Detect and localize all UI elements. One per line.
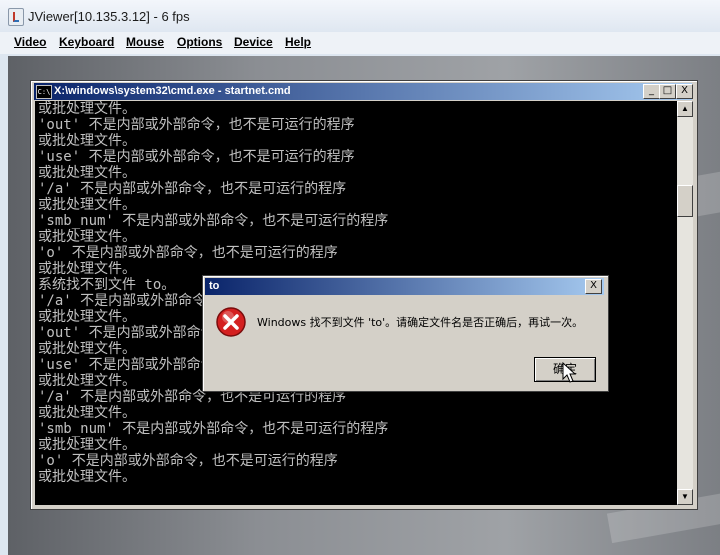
dialog-titlebar[interactable]: to X <box>205 278 604 295</box>
dialog-title: to <box>209 280 220 292</box>
console-line: 'smb_num' 不是内部或外部命令，也不是可运行的程序 <box>38 213 389 229</box>
menu-keyboard[interactable]: Keyboard <box>59 35 114 49</box>
console-line: 'use' 不是内部或外部命令，也不是可运行的程序 <box>38 149 355 165</box>
menu-bar: Video Keyboard Mouse Options Device Help <box>0 32 720 54</box>
dialog-close-button[interactable]: X <box>585 279 602 294</box>
console-line: 或批处理文件。 <box>38 101 136 117</box>
maximize-button[interactable]: □ <box>659 84 676 99</box>
viewer-title: JViewer[10.135.3.12] - 6 fps <box>28 9 190 24</box>
console-line: 或批处理文件。 <box>38 437 136 453</box>
menu-mouse[interactable]: Mouse <box>126 35 164 49</box>
console-line: 或批处理文件。 <box>38 405 136 421</box>
menu-video[interactable]: Video <box>14 35 46 49</box>
viewer-titlebar: JViewer[10.135.3.12] - 6 fps <box>0 0 720 33</box>
scroll-thumb[interactable] <box>677 185 693 217</box>
console-line: 或批处理文件。 <box>38 469 136 485</box>
console-line: 或批处理文件。 <box>38 229 136 245</box>
error-icon <box>216 307 246 337</box>
cmd-titlebar[interactable]: C:\ X:\windows\system32\cmd.exe - startn… <box>34 83 693 100</box>
menu-options[interactable]: Options <box>177 35 222 49</box>
mouse-cursor-icon <box>562 362 577 383</box>
dialog-message: Windows 找不到文件 'to'。请确定文件名是否正确后，再试一次。 <box>257 316 584 329</box>
menu-device[interactable]: Device <box>234 35 273 49</box>
error-dialog: to X Windows 找不到文件 'to'。请确定文件名是否正确后，再试一次… <box>202 275 609 392</box>
console-line: 'o' 不是内部或外部命令，也不是可运行的程序 <box>38 453 338 469</box>
console-line: 或批处理文件。 <box>38 373 136 389</box>
console-line: 或批处理文件。 <box>38 261 136 277</box>
close-button[interactable]: X <box>676 84 693 99</box>
scroll-down-button[interactable]: ▼ <box>677 489 693 505</box>
vertical-scrollbar[interactable]: ▲ ▼ <box>677 101 693 505</box>
cmd-title: X:\windows\system32\cmd.exe - startnet.c… <box>54 85 291 97</box>
console-line: 'smb_num' 不是内部或外部命令，也不是可运行的程序 <box>38 421 389 437</box>
minimize-button[interactable]: _ <box>643 84 660 99</box>
console-line: 或批处理文件。 <box>38 165 136 181</box>
console-line: '/a' 不是内部或外部命令，也不是可运行的程序 <box>38 181 347 197</box>
console-line: 或批处理文件。 <box>38 309 136 325</box>
console-line: 'out' 不是内部或外部命令，也不是可运行的程序 <box>38 117 355 133</box>
console-icon: C:\ <box>36 85 52 99</box>
scroll-up-button[interactable]: ▲ <box>677 101 693 117</box>
menu-help[interactable]: Help <box>285 35 311 49</box>
console-line: 系统找不到文件 to。 <box>38 277 176 293</box>
console-line: 或批处理文件。 <box>38 341 136 357</box>
console-line: 'o' 不是内部或外部命令，也不是可运行的程序 <box>38 245 338 261</box>
console-line: 或批处理文件。 <box>38 197 136 213</box>
java-icon <box>8 8 24 26</box>
console-line: 或批处理文件。 <box>38 133 136 149</box>
